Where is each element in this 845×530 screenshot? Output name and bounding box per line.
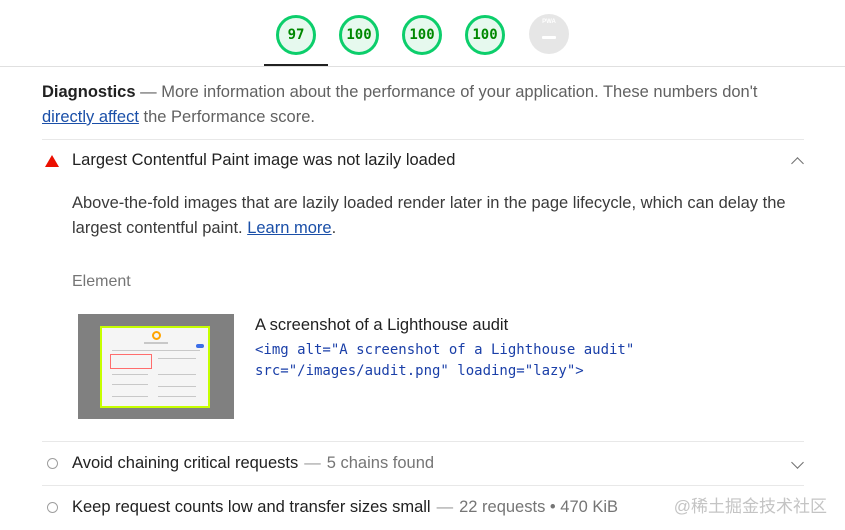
audit-row-text: Avoid chaining critical requests — 5 chain… (72, 454, 434, 473)
score-circle-mini (152, 331, 161, 340)
audit-critical-request-chains[interactable]: Avoid chaining critical requests — 5 chain… (42, 448, 804, 478)
accessibility-score: 100 (346, 27, 372, 43)
info-circle-icon (47, 458, 58, 469)
audit-description-text: Above-the-fold images that are lazily lo… (72, 194, 786, 237)
chevron-up-icon[interactable] (791, 157, 804, 170)
thumb-line (112, 384, 148, 385)
thumb-line (158, 358, 196, 359)
element-column-header: Element (72, 273, 131, 290)
chevron-down-icon[interactable] (791, 456, 804, 469)
audit-description: Above-the-fold images that are lazily lo… (72, 191, 792, 241)
accessibility-score-gauge[interactable]: 100 (339, 15, 379, 55)
performance-score: 97 (287, 27, 305, 43)
learn-more-suffix: . (331, 219, 337, 237)
thumb-line (112, 396, 148, 397)
thumb-line (158, 386, 196, 387)
element-label: A screenshot of a Lighthouse audit (255, 316, 509, 334)
thumb-red-box (110, 354, 152, 369)
thumb-toggle (196, 344, 204, 348)
active-tab-underline (264, 64, 328, 66)
pwa-badge[interactable]: PWA (529, 14, 569, 54)
diagnostics-after-link: the Performance score. (138, 108, 315, 126)
performance-score-gauge[interactable]: 97 (276, 15, 316, 55)
thumb-line (144, 342, 168, 344)
audit-display-value: 22 requests • 470 KiB (459, 498, 619, 516)
audit-row-text: Keep request counts low and transfer siz… (72, 498, 618, 517)
audit-lcp-lazy-loaded-header[interactable]: Largest Contentful Paint image was not l… (42, 147, 804, 175)
audit-title: Keep request counts low and transfer siz… (72, 498, 431, 516)
diagnostics-title: Diagnostics (42, 83, 136, 101)
seo-score-gauge[interactable]: 100 (465, 15, 505, 55)
thumb-line (112, 350, 200, 351)
separator: — (436, 498, 454, 516)
audit-display-value: 5 chains found (326, 454, 435, 472)
warning-triangle-icon (45, 155, 59, 167)
audit-title: Largest Contentful Paint image was not l… (72, 151, 456, 169)
element-snippet[interactable]: <img alt="A screenshot of a Lighthouse a… (255, 340, 634, 382)
thumb-line (158, 396, 196, 397)
learn-more-link[interactable]: Learn more (247, 219, 331, 237)
diagnostics-description: More information about the performance o… (161, 83, 758, 101)
score-bar: 97 100 100 100 PWA (0, 0, 845, 67)
thumb-line (112, 374, 148, 375)
directly-affect-link[interactable]: directly affect (42, 108, 139, 126)
divider (42, 139, 804, 140)
divider (42, 441, 804, 442)
watermark: @稀土掘金技术社区 (673, 497, 827, 516)
divider (42, 485, 804, 486)
audit-title: Avoid chaining critical requests (72, 454, 299, 472)
pwa-dash-icon (542, 35, 556, 39)
separator: — (304, 454, 321, 472)
thumb-line (158, 374, 196, 375)
element-screenshot-thumbnail (78, 314, 234, 419)
highlighted-element-frame (100, 326, 210, 408)
seo-score: 100 (472, 27, 498, 43)
pwa-label: PWA (542, 19, 556, 25)
diagnostics-dash: — (135, 83, 162, 101)
best-practices-score-gauge[interactable]: 100 (402, 15, 442, 55)
best-practices-score: 100 (409, 27, 435, 43)
diagnostics-header: Diagnostics — More information about the… (42, 80, 802, 130)
info-circle-icon (47, 502, 58, 513)
